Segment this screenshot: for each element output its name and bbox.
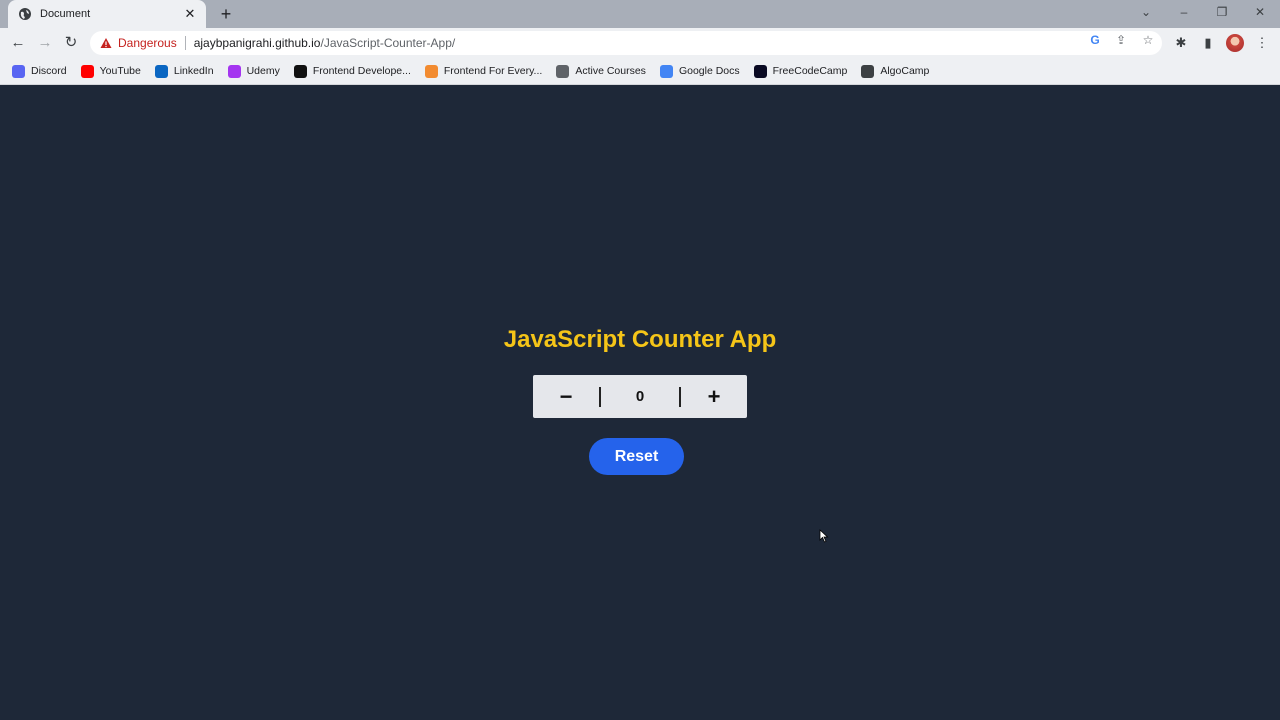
profile-avatar[interactable] <box>1226 34 1244 52</box>
counter-value: 0 <box>635 388 645 405</box>
counter-widget: − 0 + <box>533 375 747 418</box>
url-host: ajaybpanigrahi.github.io <box>193 36 321 50</box>
reload-icon[interactable]: ↻ <box>62 34 80 52</box>
url-path: /JavaScript-Counter-App/ <box>320 36 456 50</box>
security-status: Dangerous <box>118 36 177 50</box>
courses-icon <box>556 64 570 78</box>
browser-toolbar: ← → ↻ Dangerous ajaybpanigrahi.github.io… <box>0 28 1280 58</box>
tab-document[interactable]: Document ✕ <box>8 0 206 28</box>
notion-icon <box>293 64 307 78</box>
restore-icon[interactable]: ❐ <box>1213 5 1231 19</box>
warning-icon <box>100 38 112 48</box>
bookmark-item[interactable]: Google Docs <box>659 61 740 81</box>
linkedin-icon <box>154 64 168 78</box>
bookmark-item[interactable]: Discord <box>12 61 67 81</box>
bookmark-label: Google Docs <box>678 65 740 77</box>
address-bar[interactable]: Dangerous ajaybpanigrahi.github.io /Java… <box>90 31 1162 55</box>
reset-button[interactable]: Reset <box>589 438 684 475</box>
back-icon[interactable]: ← <box>9 34 27 52</box>
bookmark-item[interactable]: LinkedIn <box>154 61 214 81</box>
omnibox-divider <box>184 36 186 50</box>
bookmark-item[interactable]: Frontend For Every... <box>424 61 543 81</box>
google-icon[interactable]: G <box>1088 33 1102 47</box>
side-panel-icon[interactable]: ▮ <box>1200 35 1216 51</box>
tab-search-icon[interactable]: ⌄ <box>1137 5 1155 19</box>
bookmark-item[interactable]: Frontend Develope... <box>293 61 411 81</box>
bookmark-item[interactable]: Udemy <box>227 61 280 81</box>
globe-icon <box>19 8 31 20</box>
page-content: JavaScript Counter App − 0 + Reset <box>0 86 1280 720</box>
tab-strip: Document ✕ + ⌄ – ❐ ✕ <box>0 0 1280 28</box>
bookmark-label: Discord <box>31 65 67 77</box>
bookmark-item[interactable]: AlgoCamp <box>861 61 929 81</box>
tab-close-icon[interactable]: ✕ <box>182 6 198 22</box>
bookmark-label: FreeCodeCamp <box>772 65 848 77</box>
share-icon[interactable]: ⇪ <box>1114 33 1128 47</box>
mouse-cursor-icon <box>819 529 829 543</box>
extensions-icon[interactable]: ✱ <box>1173 35 1189 51</box>
bookmark-label: Udemy <box>246 65 280 77</box>
bookmark-label: Active Courses <box>575 65 646 77</box>
increment-button[interactable]: + <box>681 375 747 418</box>
bookmark-label: Frontend Develope... <box>312 65 411 77</box>
window-close-icon[interactable]: ✕ <box>1251 5 1269 19</box>
menu-icon[interactable]: ⋮ <box>1254 35 1270 51</box>
new-tab-button[interactable]: + <box>216 4 236 24</box>
tab-title: Document <box>40 8 91 20</box>
bookmark-label: YouTube <box>99 65 141 77</box>
bookmark-label: LinkedIn <box>173 65 214 77</box>
bookmark-label: Frontend For Every... <box>443 65 543 77</box>
forward-icon[interactable]: → <box>36 34 54 52</box>
globe-icon <box>861 64 875 78</box>
youtube-icon <box>80 64 94 78</box>
frontend-icon <box>424 64 438 78</box>
bookmark-item[interactable]: Active Courses <box>556 61 646 81</box>
bookmark-item[interactable]: FreeCodeCamp <box>753 61 848 81</box>
freecodecamp-icon <box>753 64 767 78</box>
minimize-icon[interactable]: – <box>1175 5 1193 19</box>
bookmark-label: AlgoCamp <box>880 65 930 77</box>
discord-icon <box>12 64 25 78</box>
bookmarks-bar: Discord YouTube LinkedIn Udemy Frontend Deve… <box>0 58 1280 85</box>
google-docs-icon <box>659 64 673 78</box>
bookmark-item[interactable]: YouTube <box>80 61 141 81</box>
decrement-button[interactable]: − <box>533 375 599 418</box>
bookmark-star-icon[interactable]: ☆ <box>1141 33 1155 47</box>
udemy-icon <box>227 64 241 78</box>
page-title: JavaScript Counter App <box>503 326 777 353</box>
